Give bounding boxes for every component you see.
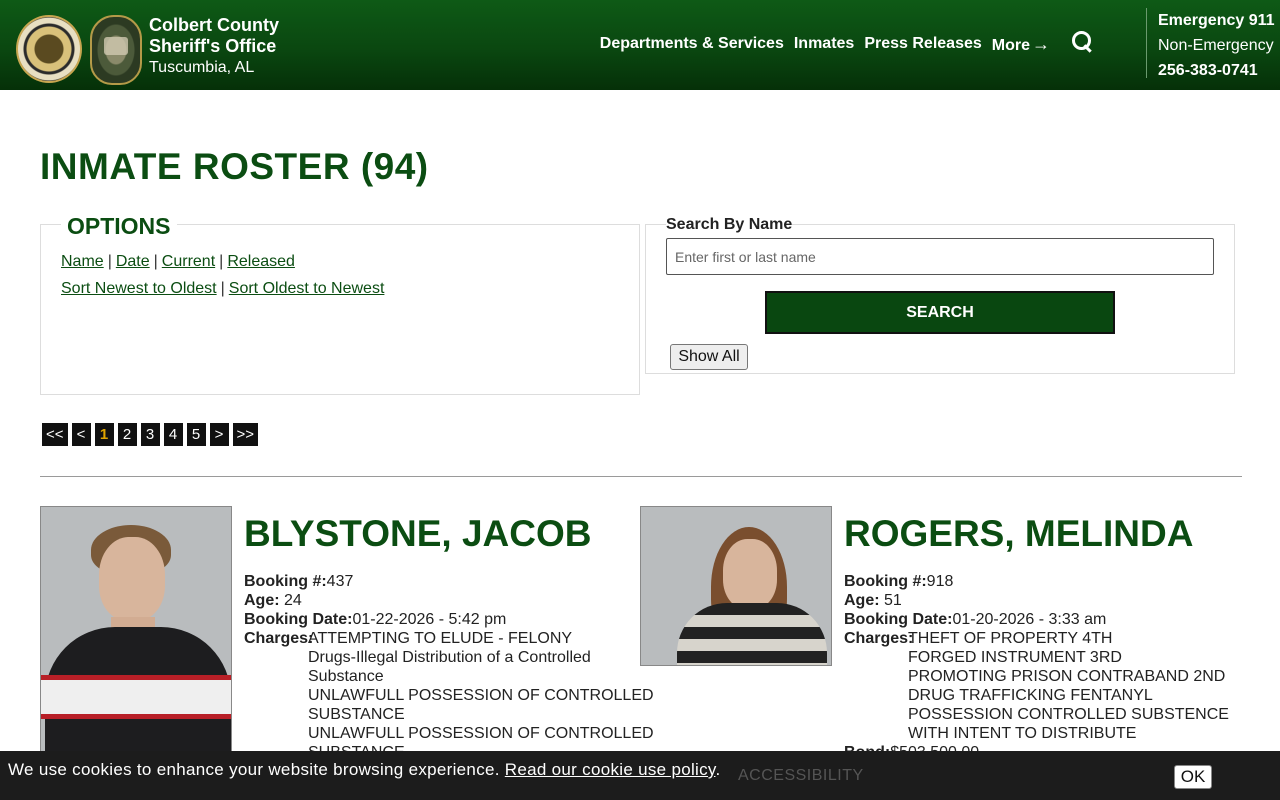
- pager-last[interactable]: >>: [232, 423, 259, 446]
- nav-more[interactable]: More →: [992, 34, 1050, 55]
- inmate-photo[interactable]: [40, 506, 232, 766]
- separator: |: [219, 253, 224, 270]
- charge-item: SUBSTANCE: [308, 706, 405, 723]
- charge-item: POSSESSION CONTROLLED SUBSTENCE: [908, 706, 1229, 723]
- org-name-line1: Colbert County: [149, 15, 279, 35]
- main-nav: Departments & Services Inmates Press Rel…: [600, 31, 1094, 55]
- search-label: Search By Name: [666, 216, 793, 234]
- booking-date: 01-20-2026 - 3:33 am: [952, 611, 1107, 628]
- filter-current-link[interactable]: Current: [162, 253, 215, 270]
- booking-date-label: Booking Date:: [844, 611, 953, 628]
- charge-item: Substance: [308, 668, 384, 685]
- org-title[interactable]: Colbert County Sheriff's Office Tuscumbi…: [149, 15, 279, 78]
- show-all-button[interactable]: Show All: [670, 344, 748, 370]
- nav-departments-services[interactable]: Departments & Services: [600, 35, 784, 53]
- cookie-text-end: .: [715, 760, 721, 779]
- booking-number-row: Booking #:918: [844, 572, 1106, 591]
- pager-page-3[interactable]: 3: [140, 423, 160, 446]
- charge-item: UNLAWFULL POSSESSION OF CONTROLLED: [308, 725, 654, 742]
- charge-item: THEFT OF PROPERTY 4TH: [908, 630, 1113, 647]
- search-name-input[interactable]: [666, 238, 1214, 275]
- pager-page-4[interactable]: 4: [163, 423, 183, 446]
- sort-order-links: Sort Newest to Oldest | Sort Oldest to New…: [61, 280, 384, 298]
- inmate-name[interactable]: BLYSTONE, JACOB: [244, 513, 591, 555]
- non-emergency-label: Non-Emergency: [1158, 37, 1274, 54]
- charge-item: Drugs-Illegal Distribution of a Controll…: [308, 649, 591, 666]
- sheriff-patch-logo[interactable]: [90, 15, 142, 85]
- cookie-message: We use cookies to enhance your website b…: [8, 760, 720, 780]
- booking-number: 437: [326, 573, 354, 590]
- sort-newest-link[interactable]: Sort Newest to Oldest: [61, 280, 217, 297]
- options-panel: OPTIONS Name | Date | Current | Released Sort …: [40, 213, 640, 395]
- charge-item: FORGED INSTRUMENT 3RD: [908, 649, 1122, 666]
- org-name-line2: Sheriff's Office: [149, 36, 277, 56]
- cookie-text: We use cookies to enhance your website b…: [8, 760, 500, 779]
- age-row: Age: 51: [844, 591, 1106, 610]
- contact-info: Emergency 911 Non-Emergency 256-383-0741: [1146, 8, 1275, 79]
- page-title: INMATE ROSTER (94): [40, 146, 429, 187]
- nav-more-label: More: [991, 36, 1030, 54]
- charge-item: WITH INTENT TO DISTRIBUTE: [908, 725, 1137, 742]
- charge-item: DRUG TRAFFICKING FENTANYL: [908, 687, 1153, 704]
- booking-number: 918: [926, 573, 954, 590]
- pagination: << < 1 2 3 4 5 > >>: [42, 423, 259, 446]
- sort-oldest-link[interactable]: Sort Oldest to Newest: [229, 280, 385, 297]
- booking-date-label: Booking Date:: [244, 611, 353, 628]
- pager-first[interactable]: <<: [42, 423, 68, 446]
- search-panel: Search By Name SEARCH Show All: [645, 216, 1235, 374]
- age-label: Age:: [244, 592, 280, 609]
- age-value: 51: [884, 592, 902, 609]
- divider: [40, 476, 1242, 477]
- site-header: Colbert County Sheriff's Office Tuscumbi…: [0, 0, 1280, 90]
- age-row: Age: 24: [244, 591, 506, 610]
- booking-label: Booking #:: [844, 573, 927, 590]
- photo-shirt-stripe: [41, 675, 231, 719]
- booking-date-row: Booking Date:01-22-2026 - 5:42 pm: [244, 610, 506, 629]
- search-icon[interactable]: [1072, 31, 1094, 53]
- pager-page-2[interactable]: 2: [117, 423, 137, 446]
- sort-field-links: Name | Date | Current | Released: [61, 253, 295, 271]
- pager-page-5[interactable]: 5: [186, 423, 206, 446]
- sort-by-date-link[interactable]: Date: [116, 253, 150, 270]
- cookie-ok-button[interactable]: OK: [1174, 765, 1212, 789]
- charge-item: PROMOTING PRISON CONTRABAND 2ND: [908, 668, 1226, 685]
- charge-item: ATTEMPTING TO ELUDE - FELONY: [308, 630, 573, 647]
- org-location: Tuscumbia, AL: [149, 59, 255, 76]
- booking-number-row: Booking #:437: [244, 572, 506, 591]
- charge-item: UNLAWFULL POSSESSION OF CONTROLLED: [308, 687, 654, 704]
- pager-next[interactable]: >: [209, 423, 229, 446]
- nav-inmates[interactable]: Inmates: [794, 35, 854, 53]
- sheriff-star-badge-logo[interactable]: [16, 15, 82, 83]
- inmate-name[interactable]: ROGERS, MELINDA: [844, 513, 1193, 555]
- filter-released-link[interactable]: Released: [227, 253, 295, 270]
- booking-date-row: Booking Date:01-20-2026 - 3:33 am: [844, 610, 1106, 629]
- inmate-photo[interactable]: [640, 506, 832, 666]
- photo-face: [99, 537, 165, 621]
- accessibility-link-behind: ACCESSIBILITY: [738, 767, 864, 784]
- pager-page-1[interactable]: 1: [94, 423, 114, 446]
- photo-face: [723, 539, 777, 609]
- charges-list: THEFT OF PROPERTY 4TH FORGED INSTRUMENT …: [908, 629, 1229, 743]
- sort-by-name-link[interactable]: Name: [61, 253, 104, 270]
- separator: |: [107, 253, 112, 270]
- emergency-number: Emergency 911: [1158, 12, 1275, 29]
- separator: |: [153, 253, 158, 270]
- cookie-policy-link[interactable]: Read our cookie use policy: [505, 760, 716, 779]
- pager-prev[interactable]: <: [71, 423, 91, 446]
- booking-date: 01-22-2026 - 5:42 pm: [352, 611, 507, 628]
- charges-list: ATTEMPTING TO ELUDE - FELONY Drugs-Illeg…: [308, 629, 654, 762]
- options-legend: OPTIONS: [61, 213, 177, 240]
- age-label: Age:: [844, 592, 880, 609]
- non-emergency-phone[interactable]: 256-383-0741: [1158, 58, 1275, 83]
- nav-press-releases[interactable]: Press Releases: [864, 35, 981, 53]
- separator: |: [220, 280, 225, 297]
- search-button[interactable]: SEARCH: [765, 291, 1115, 334]
- cookie-banner: ACCESSIBILITY We use cookies to enhance …: [0, 751, 1280, 800]
- age-value: 24: [284, 592, 302, 609]
- photo-striped-uniform: [677, 603, 827, 665]
- arrow-right-icon: →: [1032, 33, 1050, 54]
- booking-label: Booking #:: [244, 573, 327, 590]
